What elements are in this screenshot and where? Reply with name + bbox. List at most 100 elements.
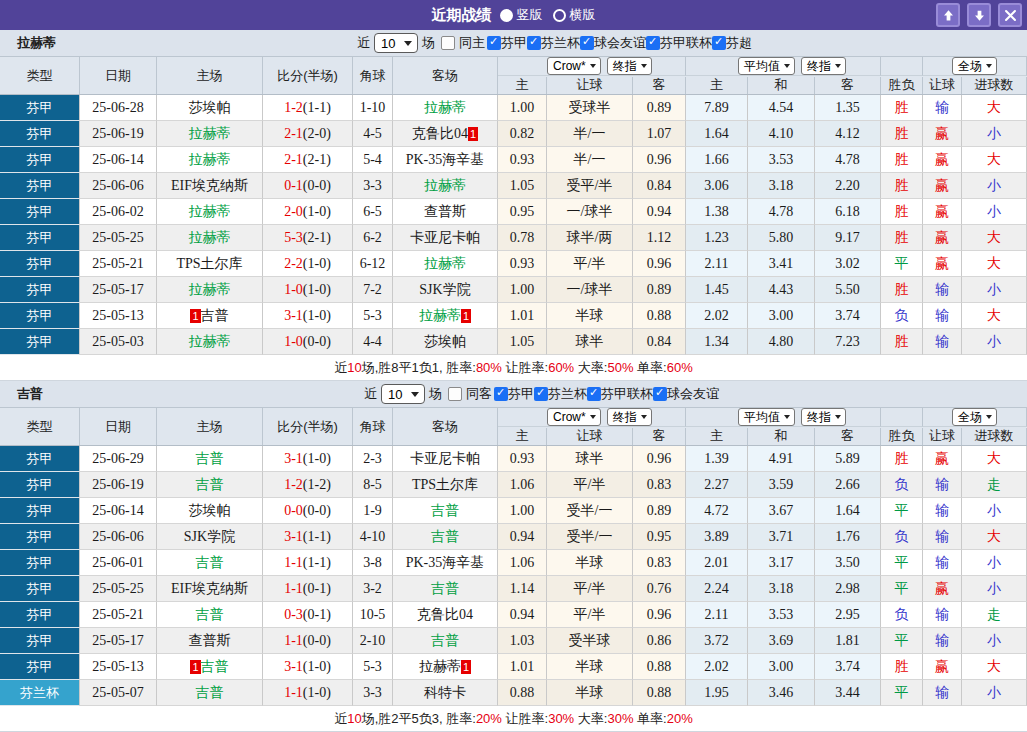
eu-home-odds: 1.95 bbox=[686, 680, 748, 706]
handicap-result: 输 bbox=[923, 303, 962, 329]
eu-away-odds: 3.74 bbox=[815, 303, 881, 329]
match-league-type: 芬甲 bbox=[0, 329, 80, 355]
halftime-score: (1-2) bbox=[303, 477, 331, 493]
fulltime-score: 1-1 bbox=[284, 685, 303, 701]
ah-home-odds: 0.78 bbox=[498, 225, 547, 251]
fulltime-score: 0-1 bbox=[284, 178, 303, 194]
eu-home-odds: 3.06 bbox=[686, 173, 748, 199]
odds-source-select[interactable]: 终指 bbox=[801, 408, 846, 426]
match-score: 3-1(1-0) bbox=[263, 654, 353, 680]
odds-source-select[interactable]: 平均值 bbox=[738, 57, 795, 75]
league-checkbox[interactable] bbox=[494, 387, 508, 401]
match-date: 25-06-28 bbox=[80, 95, 157, 121]
match-score: 1-2(1-2) bbox=[263, 472, 353, 498]
odds-source-select[interactable]: 全场 bbox=[952, 57, 997, 75]
odds-source-select[interactable]: 平均值 bbox=[738, 408, 795, 426]
close-button[interactable] bbox=[998, 3, 1022, 27]
odds-source-select-value: 终指 bbox=[807, 409, 831, 426]
scroll-up-button[interactable] bbox=[936, 3, 960, 27]
chevron-down-icon bbox=[986, 415, 992, 419]
ah-away-odds: 0.86 bbox=[633, 628, 686, 654]
summary-text: 让胜率: bbox=[502, 711, 548, 726]
match-row: 芬甲25-06-19吉普1-2(1-2)8-5TPS土尔库1.06平/半0.83… bbox=[0, 472, 1027, 498]
league-checkbox[interactable] bbox=[653, 387, 667, 401]
league-checkbox[interactable] bbox=[646, 36, 660, 50]
goals-result: 大 bbox=[962, 446, 1027, 472]
match-score: 1-1(0-0) bbox=[263, 628, 353, 654]
odds-source-select[interactable]: 终指 bbox=[607, 57, 652, 75]
eu-home-odds: 1.38 bbox=[686, 199, 748, 225]
handicap-result: 输 bbox=[923, 472, 962, 498]
league-checkbox[interactable] bbox=[534, 387, 548, 401]
ah-away-odds: 0.88 bbox=[633, 680, 686, 706]
column-header: 客场 bbox=[393, 57, 498, 94]
match-score: 2-1(2-0) bbox=[263, 121, 353, 147]
home-team: 查普斯 bbox=[157, 628, 263, 654]
sub-column-header: 和 bbox=[748, 428, 815, 445]
same-venue-checkbox[interactable] bbox=[441, 36, 455, 50]
match-row: 芬甲25-05-25EIF埃克纳斯1-1(0-1)3-2吉普1.14平/半0.7… bbox=[0, 576, 1027, 602]
summary-text: 20% bbox=[667, 711, 693, 726]
chevron-down-icon bbox=[641, 415, 647, 419]
home-team: SJK学院 bbox=[157, 524, 263, 550]
match-score: 1-0(0-0) bbox=[263, 329, 353, 355]
home-team: 拉赫蒂 bbox=[157, 225, 263, 251]
sub-column-header: 主 bbox=[498, 77, 547, 94]
odds-source-select[interactable]: Crow* bbox=[547, 408, 601, 426]
match-league-type: 芬甲 bbox=[0, 121, 80, 147]
halftime-score: (2-1) bbox=[303, 230, 331, 246]
outcome-result: 平 bbox=[881, 576, 923, 602]
team-name-text: 拉赫蒂 bbox=[189, 333, 231, 351]
odds-source-select[interactable]: 终指 bbox=[607, 408, 652, 426]
handicap-result: 输 bbox=[923, 550, 962, 576]
match-score: 0-3(0-1) bbox=[263, 602, 353, 628]
odds-source-select[interactable]: 全场 bbox=[952, 408, 997, 426]
sub-column-header: 主 bbox=[498, 428, 547, 445]
match-date: 25-05-13 bbox=[80, 303, 157, 329]
fulltime-score: 1-2 bbox=[284, 477, 303, 493]
ah-away-odds: 0.96 bbox=[633, 602, 686, 628]
chevron-down-icon bbox=[404, 41, 412, 46]
team-name-text: 吉普 bbox=[431, 502, 459, 520]
handicap-result: 赢 bbox=[923, 251, 962, 277]
halftime-score: (1-0) bbox=[303, 256, 331, 272]
recent-count-select[interactable]: 10 bbox=[381, 384, 425, 404]
league-checkbox[interactable] bbox=[487, 36, 501, 50]
home-team: 1吉普 bbox=[157, 303, 263, 329]
match-score: 5-3(2-1) bbox=[263, 225, 353, 251]
column-header: 类型 bbox=[0, 408, 80, 445]
ah-handicap-line: 受半/一 bbox=[547, 524, 633, 550]
layout-radio-horizontal[interactable]: 横版 bbox=[553, 6, 596, 24]
ah-home-odds: 1.01 bbox=[498, 654, 547, 680]
outcome-result: 负 bbox=[881, 472, 923, 498]
same-venue-checkbox[interactable] bbox=[448, 387, 462, 401]
summary-text: 80% bbox=[476, 360, 502, 375]
league-checkbox[interactable] bbox=[712, 36, 726, 50]
league-checkbox[interactable] bbox=[580, 36, 594, 50]
ah-away-odds: 0.84 bbox=[633, 173, 686, 199]
goals-result: 小 bbox=[962, 576, 1027, 602]
eu-draw-odds: 4.91 bbox=[748, 446, 815, 472]
card-badge: 1 bbox=[468, 127, 478, 141]
corner-count: 3-3 bbox=[353, 173, 393, 199]
scroll-down-button[interactable] bbox=[967, 3, 991, 27]
corner-count: 6-5 bbox=[353, 199, 393, 225]
league-checkbox[interactable] bbox=[587, 387, 601, 401]
odds-source-select[interactable]: Crow* bbox=[547, 57, 601, 75]
league-checkbox-label: 芬甲 bbox=[501, 34, 527, 52]
odds-source-select[interactable]: 终指 bbox=[801, 57, 846, 75]
ah-handicap-line: 半球 bbox=[547, 680, 633, 706]
goals-result: 大 bbox=[962, 524, 1027, 550]
match-row: 芬甲25-05-21吉普0-3(0-1)10-5克鲁比040.94平/半0.96… bbox=[0, 602, 1027, 628]
ah-handicap-line: 平/半 bbox=[547, 251, 633, 277]
league-checkbox[interactable] bbox=[527, 36, 541, 50]
ah-away-odds: 0.95 bbox=[633, 524, 686, 550]
recent-count-select[interactable]: 10 bbox=[374, 33, 418, 53]
ah-home-odds: 1.05 bbox=[498, 173, 547, 199]
match-league-type: 芬甲 bbox=[0, 550, 80, 576]
goals-result: 小 bbox=[962, 329, 1027, 355]
fulltime-score: 2-1 bbox=[284, 152, 303, 168]
league-checkbox-label: 芬超 bbox=[726, 34, 752, 52]
arrow-up-icon bbox=[942, 9, 955, 22]
layout-radio-vertical[interactable]: 竖版 bbox=[500, 6, 543, 24]
